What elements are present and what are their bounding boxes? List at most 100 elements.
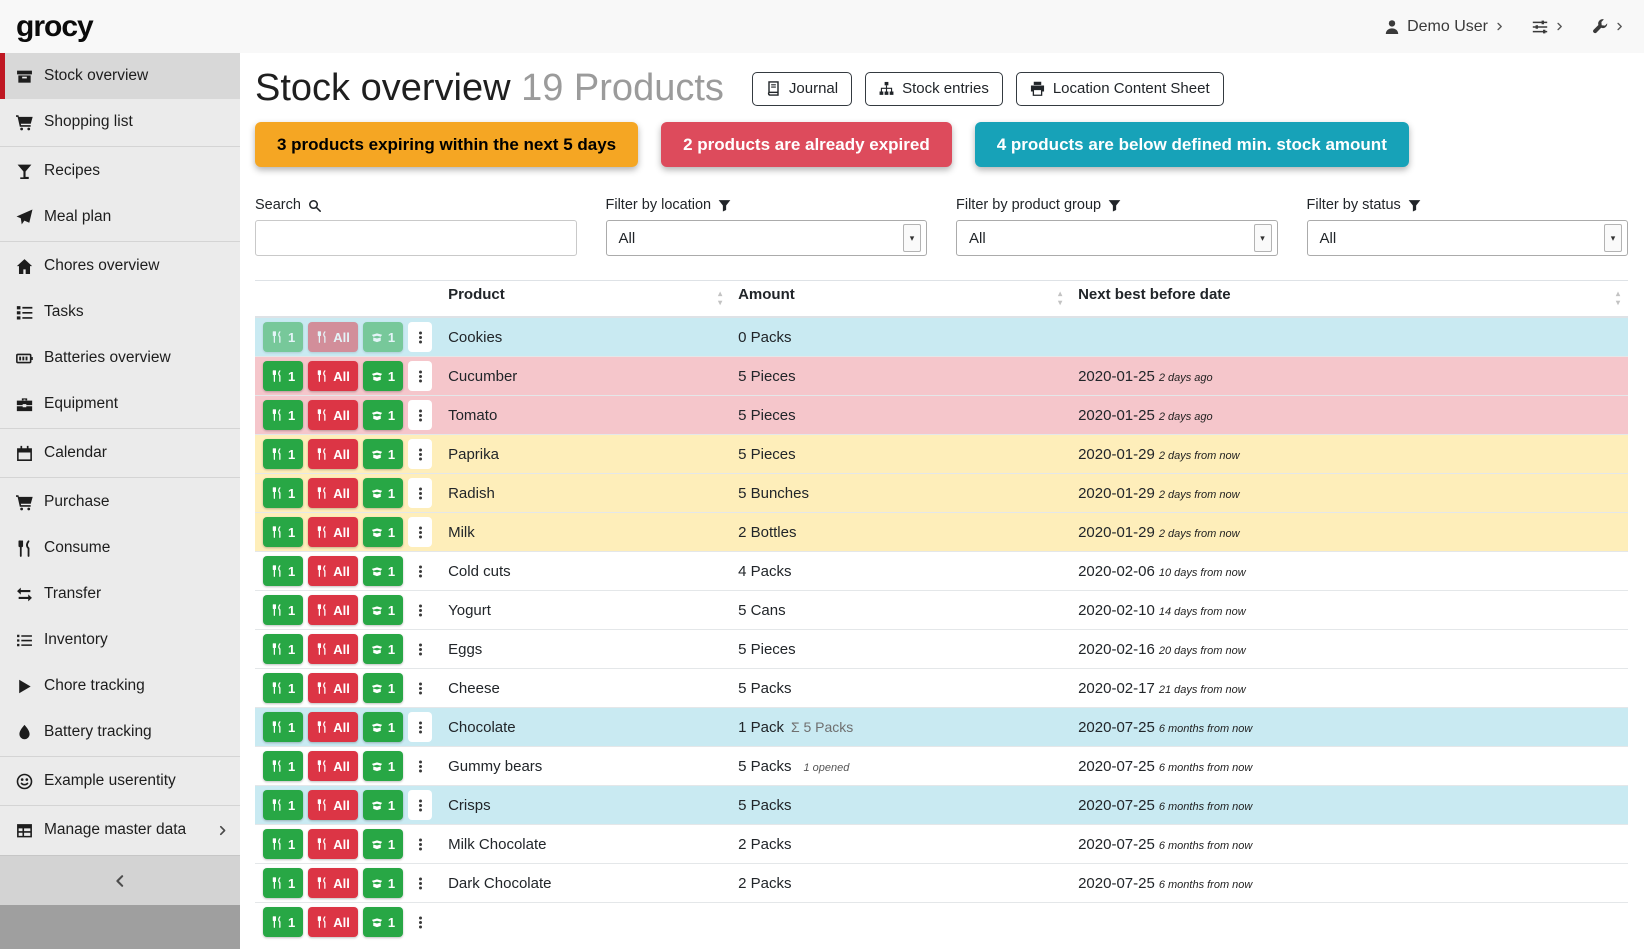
stock-row[interactable]: 1All1Tomato5 Pieces2020-01-252 days ago	[255, 396, 1628, 435]
status-filter-select[interactable]: All ▾	[1307, 220, 1629, 256]
row-menu-button[interactable]	[408, 478, 432, 508]
sidebar-item-shopping-list[interactable]: Shopping list	[0, 99, 240, 145]
consume-all-button[interactable]: All	[308, 868, 358, 898]
consume-all-button[interactable]: All	[308, 907, 358, 937]
stock-row[interactable]: 1All1Cheese5 Packs2020-02-1721 days from…	[255, 669, 1628, 708]
row-menu-button[interactable]	[408, 712, 432, 742]
open-one-button[interactable]: 1	[363, 829, 403, 859]
stock-entries-button[interactable]: Stock entries	[865, 72, 1003, 106]
stock-row[interactable]: 1All1Cucumber5 Pieces2020-01-252 days ag…	[255, 357, 1628, 396]
settings-menu[interactable]	[1532, 19, 1564, 35]
consume-all-button[interactable]: All	[308, 517, 358, 547]
sidebar-item-batteries-overview[interactable]: Batteries overview	[0, 335, 240, 381]
sidebar-item-example-userentity[interactable]: Example userentity	[0, 758, 240, 804]
open-one-button[interactable]: 1	[363, 322, 403, 352]
stock-row[interactable]: 1All1Milk2 Bottles2020-01-292 days from …	[255, 513, 1628, 552]
open-one-button[interactable]: 1	[363, 790, 403, 820]
open-one-button[interactable]: 1	[363, 595, 403, 625]
open-one-button[interactable]: 1	[363, 400, 403, 430]
stock-row[interactable]: 1All1Crisps5 Packs2020-07-256 months fro…	[255, 786, 1628, 825]
consume-one-button[interactable]: 1	[263, 478, 303, 508]
consume-one-button[interactable]: 1	[263, 907, 303, 937]
row-menu-button[interactable]	[408, 517, 432, 547]
journal-button[interactable]: Journal	[752, 72, 852, 106]
open-one-button[interactable]: 1	[363, 517, 403, 547]
sidebar-item-purchase[interactable]: Purchase	[0, 479, 240, 525]
open-one-button[interactable]: 1	[363, 868, 403, 898]
row-menu-button[interactable]	[408, 634, 432, 664]
location-filter-select[interactable]: All ▾	[606, 220, 928, 256]
consume-all-button[interactable]: All	[308, 361, 358, 391]
row-menu-button[interactable]	[408, 829, 432, 859]
open-one-button[interactable]: 1	[363, 751, 403, 781]
location-content-sheet-button[interactable]: Location Content Sheet	[1016, 72, 1224, 106]
row-menu-button[interactable]	[408, 673, 432, 703]
consume-all-button[interactable]: All	[308, 790, 358, 820]
stock-row[interactable]: 1All1	[255, 903, 1628, 942]
stock-row[interactable]: 1All1Cold cuts4 Packs2020-02-0610 days f…	[255, 552, 1628, 591]
open-one-button[interactable]: 1	[363, 634, 403, 664]
consume-one-button[interactable]: 1	[263, 868, 303, 898]
open-one-button[interactable]: 1	[363, 361, 403, 391]
sidebar-item-inventory[interactable]: Inventory	[0, 617, 240, 663]
sidebar-item-consume[interactable]: Consume	[0, 525, 240, 571]
row-menu-button[interactable]	[408, 751, 432, 781]
consume-one-button[interactable]: 1	[263, 673, 303, 703]
open-one-button[interactable]: 1	[363, 556, 403, 586]
consume-one-button[interactable]: 1	[263, 556, 303, 586]
consume-one-button[interactable]: 1	[263, 400, 303, 430]
consume-all-button[interactable]: All	[308, 712, 358, 742]
row-menu-button[interactable]	[408, 907, 432, 937]
product-group-filter-select[interactable]: All ▾	[956, 220, 1278, 256]
stock-row[interactable]: 1All1Eggs5 Pieces2020-02-1620 days from …	[255, 630, 1628, 669]
consume-one-button[interactable]: 1	[263, 790, 303, 820]
sidebar-item-equipment[interactable]: Equipment	[0, 381, 240, 427]
consume-all-button[interactable]: All	[308, 751, 358, 781]
consume-one-button[interactable]: 1	[263, 517, 303, 547]
expiring-alert[interactable]: 3 products expiring within the next 5 da…	[255, 122, 638, 167]
sidebar-collapse-button[interactable]	[0, 855, 240, 905]
consume-all-button[interactable]: All	[308, 322, 358, 352]
consume-all-button[interactable]: All	[308, 634, 358, 664]
consume-all-button[interactable]: All	[308, 673, 358, 703]
sidebar-item-battery-tracking[interactable]: Battery tracking	[0, 709, 240, 755]
stock-row[interactable]: 1All1Radish5 Bunches2020-01-292 days fro…	[255, 474, 1628, 513]
stock-row[interactable]: 1All1Chocolate1 PackΣ 5 Packs2020-07-256…	[255, 708, 1628, 747]
consume-one-button[interactable]: 1	[263, 595, 303, 625]
stock-row[interactable]: 1All1Milk Chocolate2 Packs2020-07-256 mo…	[255, 825, 1628, 864]
stock-row[interactable]: 1All1Paprika5 Pieces2020-01-292 days fro…	[255, 435, 1628, 474]
row-menu-button[interactable]	[408, 322, 432, 352]
open-one-button[interactable]: 1	[363, 439, 403, 469]
sidebar-item-meal-plan[interactable]: Meal plan	[0, 194, 240, 240]
stock-row[interactable]: 1All1Cookies0 Packs	[255, 317, 1628, 357]
admin-menu[interactable]	[1592, 19, 1624, 35]
stock-row[interactable]: 1All1Yogurt5 Cans2020-02-1014 days from …	[255, 591, 1628, 630]
sidebar-item-transfer[interactable]: Transfer	[0, 571, 240, 617]
row-menu-button[interactable]	[408, 400, 432, 430]
consume-all-button[interactable]: All	[308, 478, 358, 508]
open-one-button[interactable]: 1	[363, 478, 403, 508]
below-min-stock-alert[interactable]: 4 products are below defined min. stock …	[975, 122, 1409, 167]
column-header-next-best-before-date[interactable]: Next best before date ▴▾	[1070, 281, 1628, 318]
row-menu-button[interactable]	[408, 439, 432, 469]
consume-one-button[interactable]: 1	[263, 634, 303, 664]
sidebar-item-chore-tracking[interactable]: Chore tracking	[0, 663, 240, 709]
row-menu-button[interactable]	[408, 868, 432, 898]
consume-all-button[interactable]: All	[308, 439, 358, 469]
consume-one-button[interactable]: 1	[263, 322, 303, 352]
column-header-product[interactable]: Product ▴▾	[440, 281, 730, 318]
row-menu-button[interactable]	[408, 595, 432, 625]
sidebar-item-tasks[interactable]: Tasks	[0, 289, 240, 335]
expired-alert[interactable]: 2 products are already expired	[661, 122, 952, 167]
sidebar-item-chores-overview[interactable]: Chores overview	[0, 243, 240, 289]
open-one-button[interactable]: 1	[363, 712, 403, 742]
consume-all-button[interactable]: All	[308, 595, 358, 625]
consume-one-button[interactable]: 1	[263, 439, 303, 469]
stock-row[interactable]: 1All1Dark Chocolate2 Packs2020-07-256 mo…	[255, 864, 1628, 903]
column-header-amount[interactable]: Amount ▴▾	[730, 281, 1070, 318]
consume-one-button[interactable]: 1	[263, 751, 303, 781]
sidebar-item-calendar[interactable]: Calendar	[0, 430, 240, 476]
consume-one-button[interactable]: 1	[263, 712, 303, 742]
consume-all-button[interactable]: All	[308, 400, 358, 430]
user-menu[interactable]: Demo User	[1384, 18, 1504, 36]
